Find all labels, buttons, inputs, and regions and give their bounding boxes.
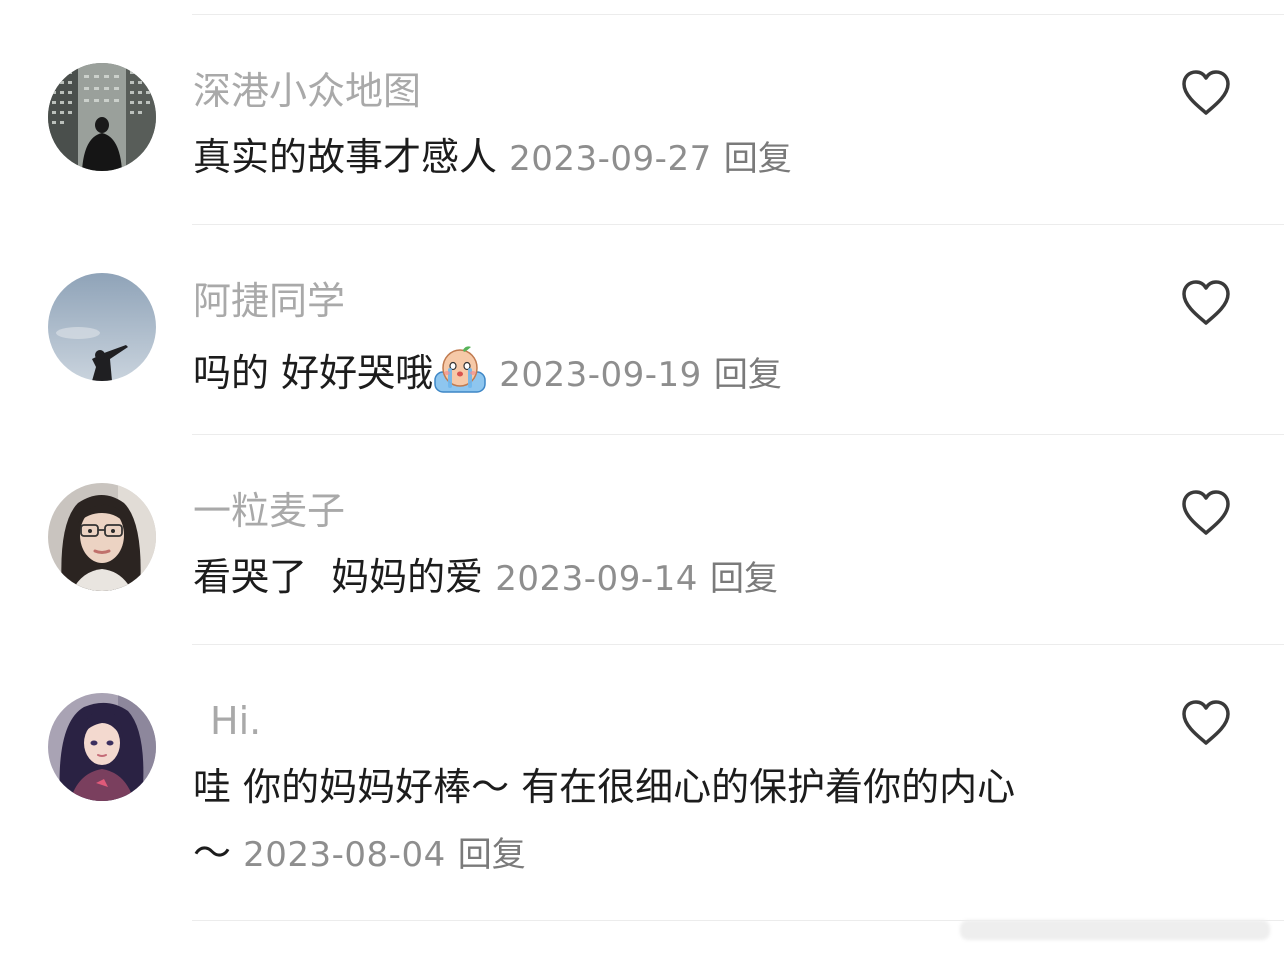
username[interactable]: 深港小众地图 bbox=[193, 68, 421, 114]
comment-text: 吗的 好好哭哦 bbox=[193, 351, 434, 395]
comment-date: 2023-09-27 bbox=[509, 139, 712, 179]
divider bbox=[192, 224, 1284, 225]
comment-text: 哇 你的妈妈好棒～ 有在很细心的保护着你的内心 bbox=[193, 765, 1016, 809]
avatar[interactable] bbox=[48, 273, 156, 381]
comment-list: 深港小众地图 真实的故事才感人 2023-09-27 回复 阿捷同学 吗的 好好… bbox=[0, 0, 1284, 960]
comment-text-line: 哇 你的妈妈好棒～ 有在很细心的保护着你的内心 bbox=[193, 764, 1015, 810]
reply-button[interactable]: 回复 bbox=[724, 139, 792, 179]
crying-emoji-icon bbox=[434, 346, 486, 393]
heart-outline-icon[interactable] bbox=[1180, 699, 1232, 747]
comment-text-continued: ～ bbox=[193, 831, 232, 875]
heart-outline-icon[interactable] bbox=[1180, 489, 1232, 537]
comment-text-line: 真实的故事才感人 2023-09-27 回复 bbox=[193, 134, 792, 182]
comment-date: 2023-09-19 bbox=[499, 355, 702, 395]
avatar[interactable] bbox=[48, 693, 156, 801]
comment-text: 看哭了 妈妈的爱 bbox=[193, 555, 484, 599]
comment-date: 2023-08-04 bbox=[243, 835, 446, 875]
comment-date: 2023-09-14 bbox=[495, 559, 698, 599]
username[interactable]: Hi. bbox=[210, 698, 261, 744]
avatar[interactable] bbox=[48, 483, 156, 591]
comment-text-line: 吗的 好好哭哦 2023-09-19 回复 bbox=[193, 344, 782, 398]
divider bbox=[192, 644, 1284, 645]
reply-button[interactable]: 回复 bbox=[714, 355, 782, 395]
heart-outline-icon[interactable] bbox=[1180, 279, 1232, 327]
divider bbox=[192, 434, 1284, 435]
comment-text-line: 看哭了 妈妈的爱 2023-09-14 回复 bbox=[193, 554, 778, 602]
divider bbox=[192, 14, 1284, 15]
comment-text: 真实的故事才感人 bbox=[193, 135, 498, 179]
reply-button[interactable]: 回复 bbox=[710, 559, 778, 599]
username[interactable]: 阿捷同学 bbox=[193, 278, 345, 324]
avatar[interactable] bbox=[48, 63, 156, 171]
comment-text-line: ～ 2023-08-04 回复 bbox=[193, 830, 526, 878]
reply-button[interactable]: 回复 bbox=[458, 835, 526, 875]
heart-outline-icon[interactable] bbox=[1180, 69, 1232, 117]
watermark bbox=[960, 912, 1280, 948]
username[interactable]: 一粒麦子 bbox=[193, 488, 345, 534]
